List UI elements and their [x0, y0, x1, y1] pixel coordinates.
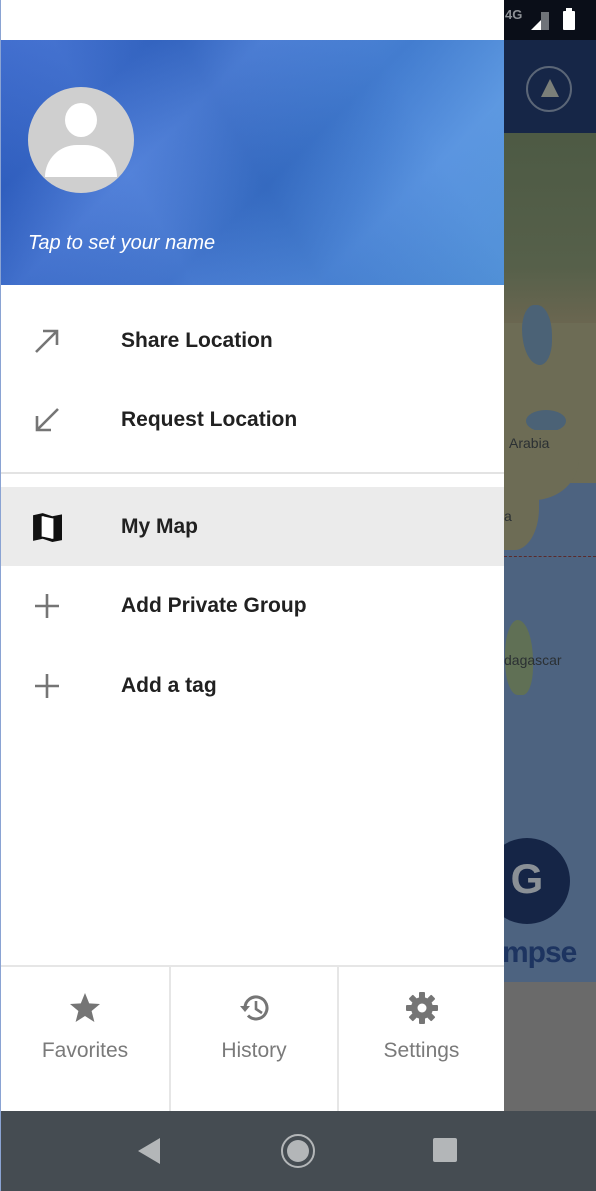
home-button[interactable]: [281, 1134, 315, 1168]
menu-item-label: Share Location: [121, 329, 273, 352]
menu-item-request-location[interactable]: Request Location: [1, 380, 504, 459]
map-bottom-panel: [504, 982, 596, 1111]
arrow-up-right-icon: [35, 329, 59, 353]
signal-icon: [531, 12, 549, 30]
menu-item-share-location[interactable]: Share Location: [1, 301, 504, 380]
history-button[interactable]: History: [169, 967, 337, 1111]
map-land: [504, 133, 596, 323]
brand-wordmark: mpse: [502, 936, 577, 969]
map-label: Arabia: [509, 435, 550, 451]
avatar[interactable]: [28, 87, 134, 193]
system-nav-bar: [0, 1111, 596, 1191]
history-icon: [240, 995, 269, 1021]
menu-item-add-tag[interactable]: Add a tag: [1, 646, 504, 725]
navigation-drawer: Tap to set your name Share Location Requ…: [0, 0, 504, 1111]
recents-button[interactable]: [433, 1138, 457, 1162]
compass-button[interactable]: [526, 66, 572, 112]
menu-divider: [1, 472, 504, 474]
settings-button[interactable]: Settings: [337, 967, 504, 1111]
drawer-bottom-actions: Favorites History Settings: [1, 965, 504, 1111]
map-water: [526, 410, 566, 432]
drawer-header[interactable]: Tap to set your name: [1, 40, 504, 285]
map-icon: [33, 513, 62, 542]
settings-label: Settings: [383, 1039, 460, 1062]
equator-line: [504, 556, 596, 557]
navigation-arrow-icon: [541, 79, 559, 97]
menu-item-my-map[interactable]: My Map: [1, 487, 504, 566]
menu-item-label: Add Private Group: [121, 594, 307, 617]
logo-letter: G: [510, 855, 544, 902]
menu-item-label: Add a tag: [121, 674, 217, 697]
back-button[interactable]: [138, 1138, 160, 1164]
plus-icon: [35, 594, 59, 618]
arrow-down-left-icon: [35, 408, 59, 432]
menu-item-add-private-group[interactable]: Add Private Group: [1, 566, 504, 645]
plus-icon: [35, 674, 59, 698]
battery-icon: [563, 8, 575, 30]
default-avatar-icon: [65, 103, 97, 137]
set-name-prompt[interactable]: Tap to set your name: [28, 232, 215, 255]
favorites-button[interactable]: Favorites: [1, 967, 169, 1111]
history-label: History: [221, 1039, 287, 1062]
avatar-body: [45, 145, 117, 177]
map-label: a: [504, 508, 512, 524]
menu-item-label: My Map: [121, 515, 199, 538]
map-label: dagascar: [504, 652, 562, 668]
favorites-label: Favorites: [41, 1039, 129, 1062]
gear-icon: [405, 992, 438, 1024]
network-type: 4G: [505, 7, 523, 22]
star-icon: [70, 993, 100, 1022]
menu-item-label: Request Location: [121, 408, 298, 431]
